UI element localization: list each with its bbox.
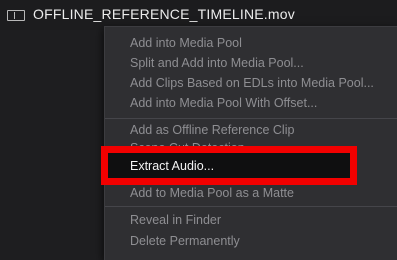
menu-item-add-with-offset[interactable]: Add into Media Pool With Offset... [105, 93, 397, 113]
media-storage-panel: OFFLINE_REFERENCE_TIMELINE.mov Add into … [0, 0, 397, 260]
menu-item-add-clips-based-on-edls[interactable]: Add Clips Based on EDLs into Media Pool.… [105, 73, 397, 93]
menu-item-reveal-in-finder[interactable]: Reveal in Finder [105, 210, 397, 230]
menu-item-split-and-add[interactable]: Split and Add into Media Pool... [105, 53, 397, 73]
menu-item-delete-permanently[interactable]: Delete Permanently [105, 231, 397, 251]
file-name: OFFLINE_REFERENCE_TIMELINE.mov [33, 6, 295, 22]
extract-audio-highlight: Extract Audio... [101, 146, 357, 185]
menu-separator [105, 206, 397, 207]
menu-item-add-as-matte[interactable]: Add to Media Pool as a Matte [105, 183, 397, 203]
context-menu: Add into Media Pool Split and Add into M… [104, 26, 397, 260]
menu-item-extract-audio[interactable]: Extract Audio... [130, 159, 214, 173]
menu-item-add-offline-reference-clip[interactable]: Add as Offline Reference Clip [105, 120, 397, 140]
film-clip-icon [7, 10, 25, 21]
menu-separator [105, 118, 397, 119]
menu-item-add-into-media-pool[interactable]: Add into Media Pool [105, 33, 397, 53]
